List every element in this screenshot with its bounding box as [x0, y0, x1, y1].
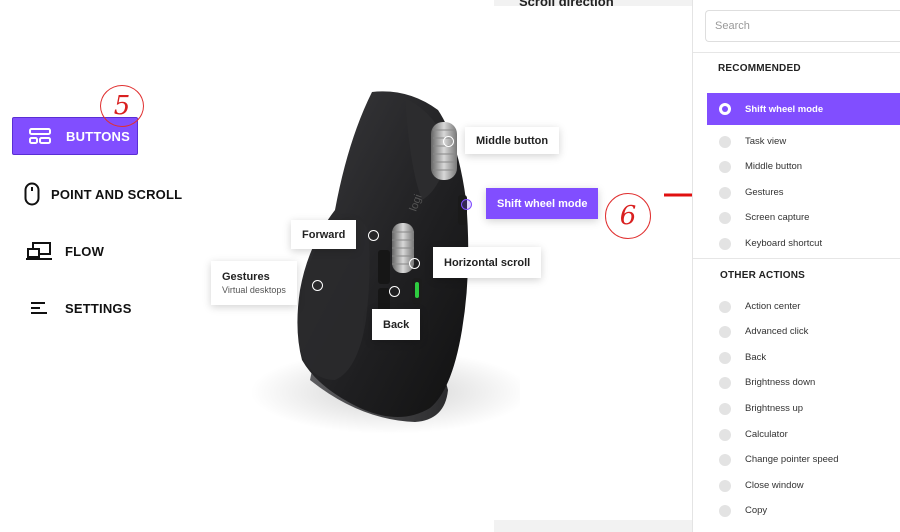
hotspot-horizontal-scroll[interactable]: [409, 258, 420, 269]
radio-icon: [719, 211, 731, 224]
radio-icon: [719, 376, 731, 389]
option-label: Calculator: [745, 429, 788, 440]
divider: [693, 52, 900, 53]
option-keyboard-shortcut[interactable]: Keyboard shortcut: [707, 231, 900, 256]
option-brightness-up[interactable]: Brightness up: [707, 396, 900, 421]
option-label: Action center: [745, 301, 801, 312]
hotspot-forward[interactable]: [368, 230, 379, 241]
recommended-heading: RECOMMENDED: [718, 63, 801, 74]
option-label: Gestures: [745, 187, 784, 198]
radio-icon: [719, 453, 731, 466]
nav-point-and-scroll[interactable]: POINT AND SCROLL: [12, 175, 182, 213]
nav-buttons-label: BUTTONS: [66, 128, 130, 144]
hotspot-gestures[interactable]: [312, 280, 323, 291]
hotspot-back[interactable]: [389, 286, 400, 297]
radio-icon: [719, 504, 731, 517]
option-change-pointer-speed[interactable]: Change pointer speed: [707, 447, 900, 472]
option-label: Middle button: [745, 161, 803, 172]
search-input[interactable]: Search: [705, 10, 900, 42]
nav-flow-label: FLOW: [65, 243, 105, 259]
radio-icon: [719, 237, 731, 250]
radio-icon: [719, 479, 731, 492]
radio-icon: [719, 428, 731, 441]
flow-icon: [24, 242, 54, 260]
callout-shift-wheel-mode[interactable]: Shift wheel mode: [486, 188, 599, 219]
bottom-strip: [494, 520, 692, 532]
radio-icon: [719, 351, 731, 364]
radio-icon: [719, 300, 731, 313]
option-task-view[interactable]: Task view: [707, 129, 900, 154]
mouse-icon: [24, 182, 40, 206]
callout-back[interactable]: Back: [372, 309, 421, 340]
hotspot-shift-wheel-mode[interactable]: [461, 199, 472, 210]
radio-selected-icon: [719, 103, 731, 115]
nav-flow[interactable]: FLOW: [12, 232, 138, 270]
nav-point-and-scroll-label: POINT AND SCROLL: [51, 186, 183, 202]
annotation-five: 5: [100, 85, 144, 127]
callout-forward[interactable]: Forward: [291, 220, 357, 249]
option-label: Brightness down: [745, 377, 816, 388]
option-label: Shift wheel mode: [745, 103, 824, 115]
action-panel: Search RECOMMENDED Shift wheel mode Task…: [692, 0, 900, 532]
radio-icon: [719, 325, 731, 338]
nav-settings[interactable]: SETTINGS: [12, 289, 138, 327]
radio-icon: [719, 160, 731, 173]
option-shift-wheel-mode[interactable]: Shift wheel mode: [707, 93, 900, 125]
callout-gestures[interactable]: Gestures Virtual desktops: [211, 261, 297, 305]
option-label: Copy: [745, 505, 768, 516]
option-close-window[interactable]: Close window: [707, 473, 900, 498]
option-label: Keyboard shortcut: [745, 238, 823, 249]
option-back[interactable]: Back: [707, 345, 900, 370]
hotspot-middle-button[interactable]: [443, 136, 454, 147]
nav-settings-label: SETTINGS: [65, 300, 132, 316]
option-middle-button[interactable]: Middle button: [707, 154, 900, 179]
option-advanced-click[interactable]: Advanced click: [707, 319, 900, 344]
callout-gestures-title: Gestures: [222, 271, 270, 283]
option-copy[interactable]: Copy: [707, 498, 900, 523]
divider: [693, 258, 900, 259]
scroll-direction-heading: Scroll direction: [519, 0, 614, 9]
option-label: Advanced click: [745, 326, 809, 337]
radio-icon: [719, 186, 731, 199]
annotation-six: 6: [605, 193, 651, 239]
callout-middle-button[interactable]: Middle button: [465, 127, 560, 154]
option-gestures[interactable]: Gestures: [707, 180, 900, 205]
option-label: Change pointer speed: [745, 454, 839, 465]
other-actions-heading: OTHER ACTIONS: [720, 270, 806, 281]
option-label: Screen capture: [745, 212, 810, 223]
option-label: Back: [745, 352, 767, 363]
option-brightness-down[interactable]: Brightness down: [707, 370, 900, 395]
option-label: Brightness up: [745, 403, 804, 414]
settings-icon: [24, 301, 54, 315]
option-action-center[interactable]: Action center: [707, 294, 900, 319]
radio-icon: [719, 135, 731, 148]
callout-horizontal-scroll[interactable]: Horizontal scroll: [433, 247, 542, 278]
callout-gestures-subtitle: Virtual desktops: [222, 285, 286, 295]
option-label: Task view: [745, 136, 787, 147]
option-label: Close window: [745, 480, 804, 491]
radio-icon: [719, 402, 731, 415]
option-screen-capture[interactable]: Screen capture: [707, 205, 900, 230]
option-calculator[interactable]: Calculator: [707, 422, 900, 447]
buttons-icon: [25, 128, 55, 144]
